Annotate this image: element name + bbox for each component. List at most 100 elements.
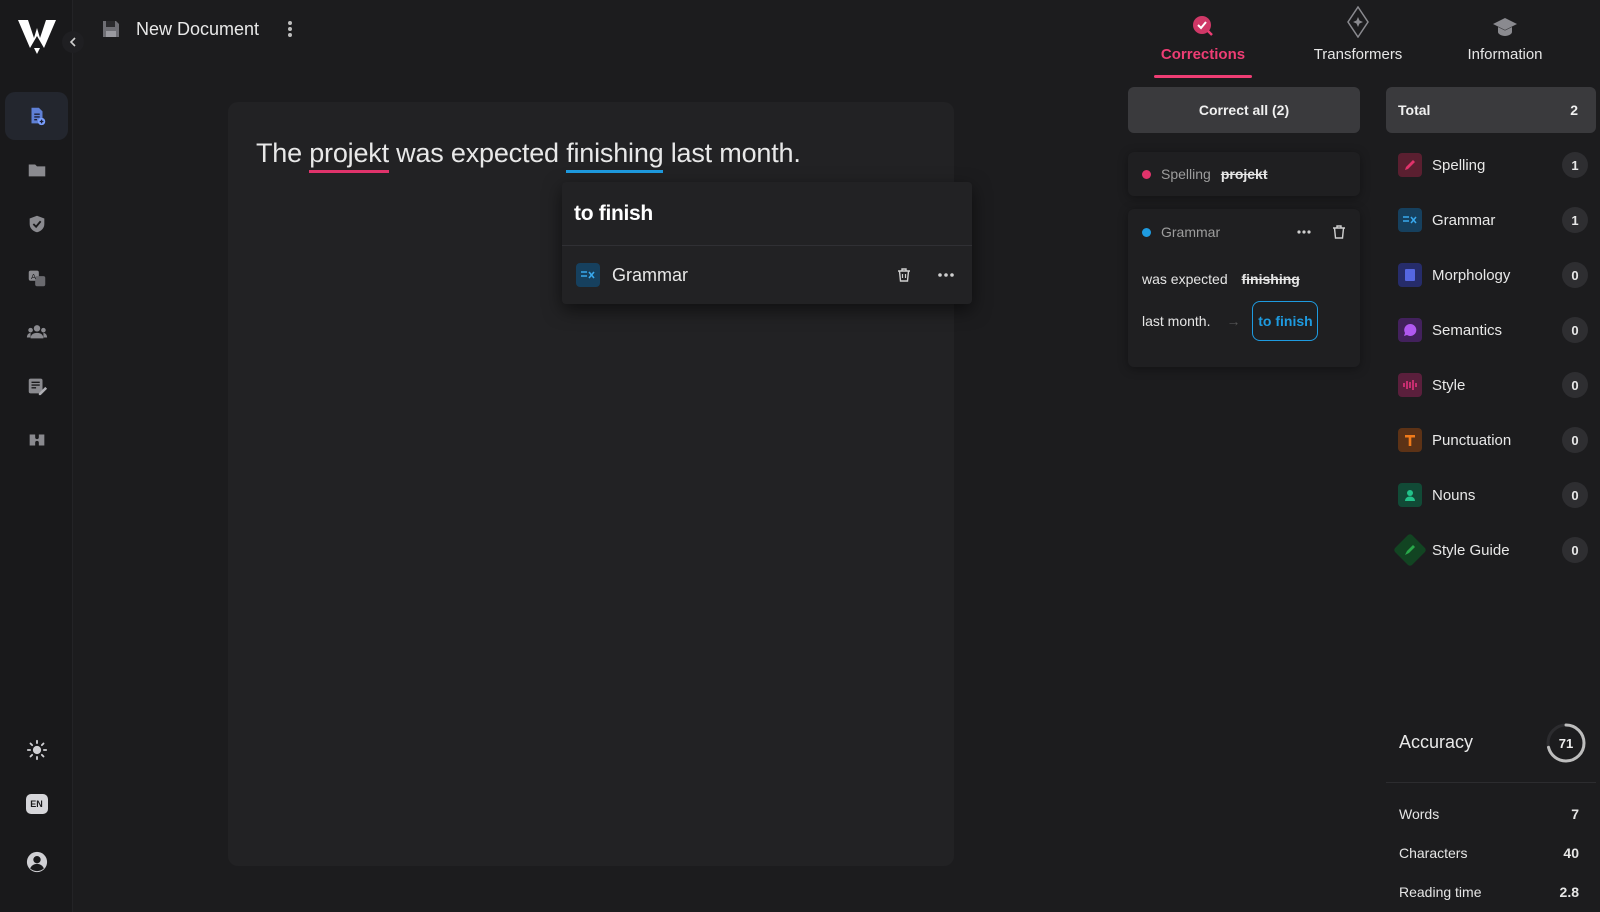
integrations-nav-button[interactable] <box>5 416 68 464</box>
stat-value: 40 <box>1563 845 1579 861</box>
spelling-card-category: Spelling <box>1161 166 1211 182</box>
theme-toggle-button[interactable] <box>5 726 68 774</box>
nouns-person-icon <box>1398 483 1422 507</box>
correct-all-button[interactable]: Correct all (2) <box>1128 87 1360 133</box>
stat-label: Reading time <box>1399 884 1482 900</box>
document-title[interactable]: New Document <box>136 19 259 40</box>
category-count: 0 <box>1562 372 1588 398</box>
edit-list-nav-button[interactable] <box>5 362 68 410</box>
popover-more-button[interactable] <box>934 263 958 287</box>
category-label: Nouns <box>1432 486 1476 504</box>
popover-suggestion[interactable]: to finish <box>562 182 972 246</box>
list-edit-icon <box>28 378 47 396</box>
tab-transformers-label: Transformers <box>1313 46 1403 63</box>
spelling-correction-card[interactable]: Spelling projekt <box>1128 152 1360 196</box>
text-after: last month. <box>663 138 801 168</box>
spelling-pen-icon <box>1398 153 1422 177</box>
style-waveform-icon <box>1398 373 1422 397</box>
folder-icon <box>28 164 45 177</box>
document-plus-icon <box>31 107 45 126</box>
category-style[interactable]: Style 0 <box>1398 370 1588 400</box>
trash-icon[interactable] <box>1332 224 1346 240</box>
collapse-sidebar-button[interactable] <box>62 31 84 53</box>
more-horizontal-icon[interactable] <box>1296 229 1312 235</box>
document-header: New Document <box>100 14 295 44</box>
translate-nav-button[interactable]: A <box>5 254 68 302</box>
spelling-dot <box>1142 169 1151 179</box>
category-label: Punctuation <box>1432 431 1512 449</box>
morphology-book-icon <box>1398 263 1422 287</box>
save-icon[interactable] <box>100 18 122 40</box>
active-tab-indicator <box>1154 75 1252 78</box>
category-count: 0 <box>1562 482 1588 508</box>
document-menu-icon[interactable] <box>285 18 295 40</box>
total-label: Total <box>1398 102 1431 118</box>
editor-text[interactable]: The projekt was expected finishing last … <box>256 138 801 173</box>
category-morphology[interactable]: Morphology 0 <box>1398 260 1588 290</box>
semantics-bubble-icon <box>1398 318 1422 342</box>
category-count: 0 <box>1562 427 1588 453</box>
popover-category-row: Grammar <box>562 246 972 304</box>
category-label: Spelling <box>1432 156 1486 174</box>
category-label: Style Guide <box>1432 541 1510 559</box>
popover-delete-button[interactable] <box>892 263 916 287</box>
spelling-error-word[interactable]: projekt <box>309 138 389 173</box>
app-logo[interactable] <box>16 14 58 56</box>
grammar-correction-card[interactable]: Grammar was expected finishing last mont… <box>1128 209 1360 367</box>
language-button[interactable]: EN <box>5 780 68 828</box>
check-nav-button[interactable] <box>5 200 68 248</box>
text-mid: was expected <box>388 138 567 168</box>
popover-category-label: Grammar <box>612 264 688 285</box>
tab-corrections[interactable]: Corrections <box>1154 0 1252 78</box>
right-panel-tabs: Corrections Transformers Information <box>1130 0 1600 78</box>
apply-suggestion-button[interactable]: to finish <box>1252 301 1319 341</box>
category-label: Semantics <box>1432 321 1503 339</box>
grammar-icon <box>576 263 600 287</box>
category-grammar[interactable]: Grammar 1 <box>1398 205 1588 235</box>
category-count: 0 <box>1562 262 1588 288</box>
stat-value: 2.8 <box>1559 884 1579 900</box>
stat-value: 7 <box>1571 806 1579 822</box>
grammar-context-after: last month. <box>1142 313 1211 329</box>
translate-icon: A <box>28 270 45 287</box>
tab-transformers[interactable]: Transformers <box>1300 0 1416 78</box>
total-row[interactable]: Total 2 <box>1386 87 1596 133</box>
grammar-card-category: Grammar <box>1161 224 1221 240</box>
category-punctuation[interactable]: Punctuation 0 <box>1398 425 1588 455</box>
category-label: Morphology <box>1432 266 1511 284</box>
category-nouns[interactable]: Nouns 0 <box>1398 480 1588 510</box>
category-count: 1 <box>1562 207 1588 233</box>
folder-nav-button[interactable] <box>5 146 68 194</box>
text-before: The <box>256 138 310 168</box>
category-count: 1 <box>1562 152 1588 178</box>
grammar-context-before: was expected <box>1142 271 1228 287</box>
sun-icon <box>26 739 47 761</box>
graduation-cap-icon <box>1493 18 1517 36</box>
punctuation-t-icon <box>1398 428 1422 452</box>
language-badge: EN <box>25 794 48 814</box>
tab-corrections-label: Corrections <box>1160 46 1246 63</box>
new-document-nav-button[interactable] <box>5 92 68 140</box>
grammar-card-replacement-row: last month. → to finish <box>1142 301 1346 341</box>
stat-label: Words <box>1399 806 1440 822</box>
category-style-guide[interactable]: Style Guide 0 <box>1393 533 1588 567</box>
team-nav-button[interactable] <box>5 308 68 356</box>
category-semantics[interactable]: Semantics 0 <box>1398 315 1588 345</box>
category-spelling[interactable]: Spelling 1 <box>1398 150 1588 180</box>
stat-reading-time: Reading time 2.8 <box>1399 884 1579 900</box>
accuracy-value: 71 <box>1558 735 1574 751</box>
grammar-card-context: was expected finishing <box>1142 271 1346 287</box>
transformers-tab-icon <box>1347 6 1369 38</box>
stats-divider <box>1386 782 1596 783</box>
stat-characters: Characters 40 <box>1399 845 1579 861</box>
grammar-error-word[interactable]: finishing <box>566 138 664 173</box>
left-rail: A EN <box>0 0 73 912</box>
tab-information[interactable]: Information <box>1450 0 1560 78</box>
category-label: Grammar <box>1432 211 1496 229</box>
corrections-tab-icon <box>1193 16 1213 36</box>
account-button[interactable] <box>5 838 68 886</box>
total-count: 2 <box>1570 102 1578 118</box>
stat-words: Words 7 <box>1399 806 1579 822</box>
accuracy-gauge: 71 <box>1545 722 1587 764</box>
shield-check-icon <box>29 215 44 233</box>
